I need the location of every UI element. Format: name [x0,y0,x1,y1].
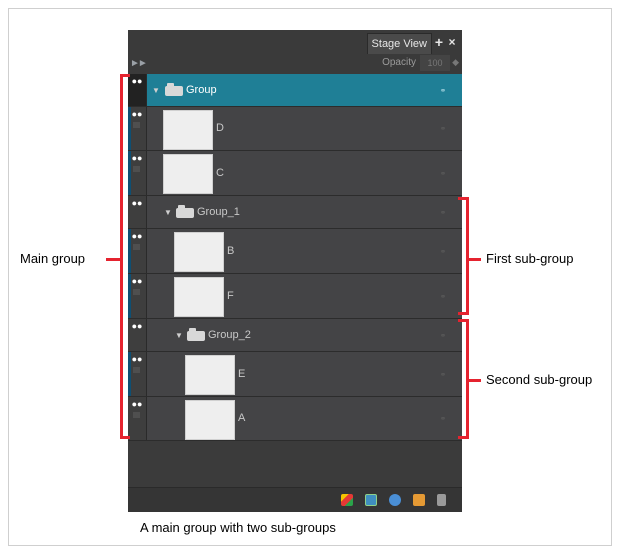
eye-icon[interactable]: ●● [131,400,143,409]
layer-thumbnail [185,355,235,395]
folder-icon [187,328,205,341]
timeline-panel: Stage View + × ►► Opacity 100 ◆ ●● ▼ Gro… [128,30,462,512]
layer-gutter: ●● [128,397,147,440]
delete-layer-icon[interactable] [437,494,446,506]
eye-icon[interactable]: ●● [131,232,143,241]
collapse-arrow-icon[interactable]: ▼ [164,208,172,217]
layer-name: E [238,368,246,380]
main-group-bracket-bottom [120,436,130,439]
layer-gutter: ●● [128,196,147,228]
tab-stage-view[interactable]: Stage View [366,33,432,54]
first-subgroup-bracket [466,197,469,315]
layer-name: Group_1 [197,206,240,218]
second-subgroup-bracket-bottom [458,436,469,439]
layer-name: C [216,167,224,179]
layer-gutter: ●● [128,229,147,273]
lock-icon[interactable] [133,367,140,373]
link-icon[interactable]: ⚭ [438,125,448,133]
add-group-layer-icon[interactable] [413,494,425,506]
first-subgroup-bracket-top [458,197,469,200]
expand-icon[interactable]: ►► [130,58,148,69]
layer-row-group[interactable]: ●● ▼ Group ⚭ [128,74,462,107]
panel-header: Stage View + × ►► Opacity 100 ◆ [128,30,462,74]
opacity-label: Opacity [382,57,416,68]
link-icon[interactable]: ⚭ [438,248,448,256]
eye-icon[interactable]: ●● [131,355,143,364]
eye-icon[interactable]: ●● [131,77,143,86]
first-subgroup-label: First sub-group [486,251,574,266]
link-icon[interactable]: ⚭ [438,87,448,95]
lock-icon[interactable] [133,412,140,418]
layer-gutter: ●● [128,274,147,318]
eye-icon[interactable]: ●● [131,277,143,286]
layer-row-d[interactable]: ●● D ⚭ [128,107,462,151]
layer-gutter: ●● [128,74,147,106]
layer-toolbar [128,487,462,512]
lock-icon[interactable] [133,244,140,250]
add-color-layer-icon[interactable] [389,494,401,506]
eye-icon[interactable]: ●● [131,154,143,163]
link-icon[interactable]: ⚭ [438,170,448,178]
main-group-pointer [106,258,121,261]
opacity-field[interactable]: 100 [420,55,450,71]
figure-caption: A main group with two sub-groups [140,520,336,535]
lock-icon[interactable] [133,122,140,128]
layer-row-group-2[interactable]: ●● ▼ Group_2 ⚭ [128,319,462,352]
collapse-arrow-icon[interactable]: ▼ [175,331,183,340]
lock-icon[interactable] [133,166,140,172]
opacity-spin-icon[interactable]: ◆ [452,57,459,68]
layer-name: A [238,412,246,424]
collapse-arrow-icon[interactable]: ▼ [152,86,160,95]
link-icon[interactable]: ⚭ [438,332,448,340]
first-subgroup-bracket-bottom [458,312,469,315]
layer-name: Group_2 [208,329,251,341]
link-icon[interactable]: ⚭ [438,415,448,423]
layer-row-a[interactable]: ●● A ⚭ [128,397,462,441]
main-group-label: Main group [20,251,86,266]
link-icon[interactable]: ⚭ [438,209,448,217]
layer-row-f[interactable]: ●● F ⚭ [128,274,462,319]
layer-gutter: ●● [128,107,147,150]
layer-thumbnail [185,400,235,440]
layer-row-group-1[interactable]: ●● ▼ Group_1 ⚭ [128,196,462,229]
layer-thumbnail [163,154,213,194]
eye-icon[interactable]: ●● [131,199,143,208]
close-tab-icon[interactable]: × [446,34,458,50]
first-subgroup-pointer [469,258,481,261]
second-subgroup-bracket-top [458,319,469,322]
second-subgroup-label: Second sub-group [486,372,593,387]
layer-thumbnail [174,232,224,272]
layer-row-e[interactable]: ●● E ⚭ [128,352,462,397]
layer-row-c[interactable]: ●● C ⚭ [128,151,462,196]
layer-gutter: ●● [128,319,147,351]
main-group-bracket [120,74,123,439]
link-icon[interactable]: ⚭ [438,293,448,301]
main-group-bracket-top [120,74,130,77]
layer-name: Group [186,84,217,96]
eye-icon[interactable]: ●● [131,322,143,331]
empty-layer-area [128,441,462,487]
layer-gutter: ●● [128,151,147,195]
layer-row-b[interactable]: ●● B ⚭ [128,229,462,274]
layer-thumbnail [174,277,224,317]
add-layer-icon[interactable] [341,494,353,506]
folder-icon [176,205,194,218]
layer-name: B [227,245,235,257]
second-subgroup-pointer [469,379,481,382]
layer-thumbnail [163,110,213,150]
layer-name: D [216,122,224,134]
folder-icon [165,83,183,96]
add-image-layer-icon[interactable] [365,494,377,506]
layer-gutter: ●● [128,352,147,396]
add-tab-icon[interactable]: + [433,34,445,50]
link-icon[interactable]: ⚭ [438,371,448,379]
layer-name: F [227,290,234,302]
eye-icon[interactable]: ●● [131,110,143,119]
lock-icon[interactable] [133,289,140,295]
